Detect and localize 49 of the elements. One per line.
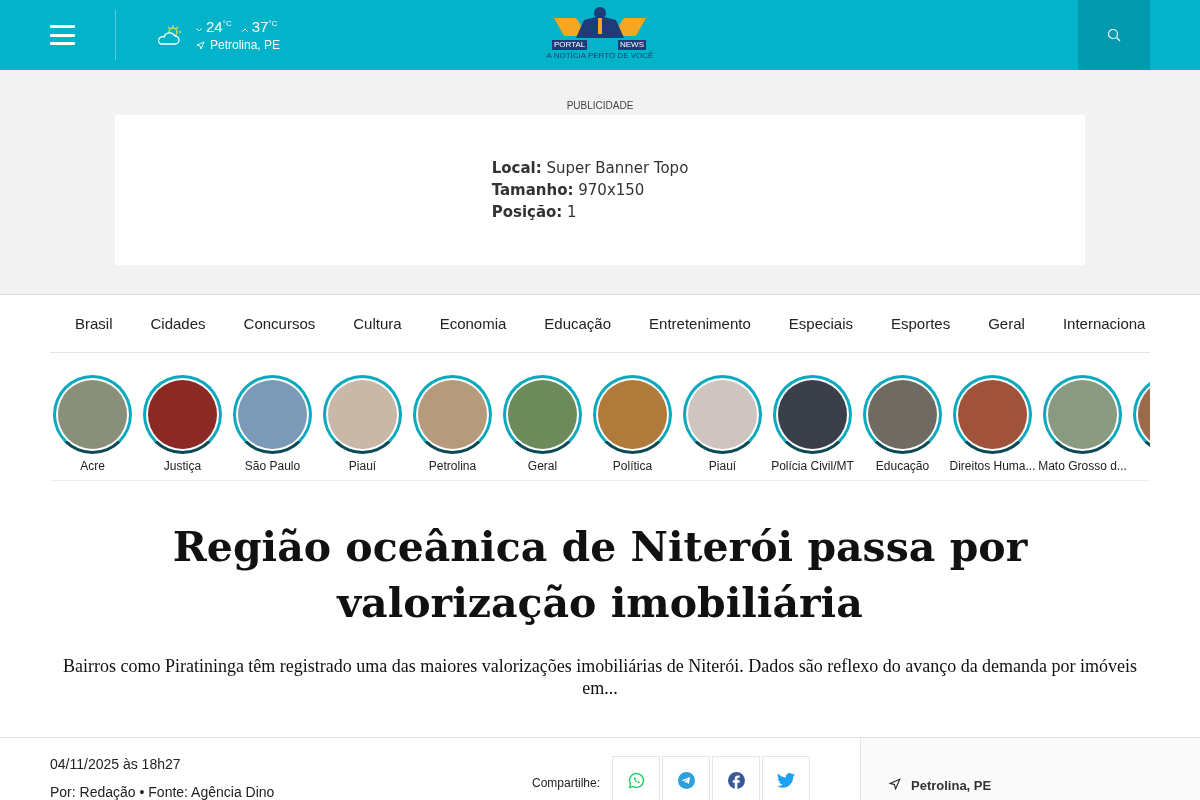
weather-location: Petrolina, PE xyxy=(210,38,281,52)
story-label: Geral xyxy=(527,459,558,473)
max-temperature: 37$^{°C}$ xyxy=(251,18,278,35)
category-link[interactable]: Especiais xyxy=(788,315,853,332)
telegram-share-button[interactable] xyxy=(662,756,710,800)
category-link[interactable]: Concursos xyxy=(243,315,316,332)
story-label: Justiça xyxy=(163,459,202,473)
min-temperature: 24$^{°C}$ xyxy=(206,18,232,35)
advertising-label: PUBLICIDADE xyxy=(566,100,634,111)
twitter-share-button[interactable] xyxy=(762,756,810,800)
facebook-share-button[interactable] xyxy=(712,756,760,800)
site-logo[interactable]: PORTAL NEWS A NOTÍCIA PERTO DE VOCÊ xyxy=(540,6,660,66)
article-date: 04/11/2025 às 18h27 xyxy=(50,756,182,772)
story-label: Educação xyxy=(875,459,930,473)
sidebar-location: Petrolina, PE xyxy=(911,778,992,793)
share-label: Compartilhe: xyxy=(531,776,600,790)
logo-tagline: A NOTÍCIA PERTO DE VOCÊ xyxy=(545,51,655,61)
cloud-sun-icon xyxy=(156,24,184,46)
category-link[interactable]: Esportes xyxy=(891,315,951,332)
up-caret-icon xyxy=(241,28,248,32)
story-label: Política xyxy=(612,459,653,473)
story-label: Mato Grosso d... xyxy=(1038,459,1127,473)
category-link[interactable]: Brasil xyxy=(75,315,113,332)
article-summary: Bairros como Piratininga têm registrado uma das maiores valorizações imobiliárias de Niterói. Dados são reflexo do avanço da demanda por imóveis em... xyxy=(61,655,1139,699)
logo-text: PORTAL xyxy=(552,40,588,50)
story-label: Piauí xyxy=(708,459,737,473)
ad-info-line: Posição: 1 xyxy=(491,202,578,223)
down-caret-icon xyxy=(196,28,202,32)
category-link[interactable]: Internaciona xyxy=(1062,315,1146,332)
search-icon xyxy=(1107,28,1121,42)
story-label: Direitos Huma... xyxy=(949,459,1036,473)
article-title: Região oceânica de Niterói passa por valorização imobiliária xyxy=(171,522,1029,629)
category-link[interactable]: Entretenimento xyxy=(649,315,751,332)
story-label: Acre xyxy=(80,459,105,473)
ad-info-line: Local: Super Banner Topo xyxy=(491,158,689,179)
category-link[interactable]: Cidades xyxy=(150,315,206,332)
logo-text: NEWS xyxy=(618,40,646,50)
story-label: São Paulo xyxy=(244,459,301,473)
story-label: Petrolina xyxy=(428,459,477,473)
category-link[interactable]: Cultura xyxy=(353,315,402,332)
location-arrow-icon xyxy=(196,40,205,50)
story-label: Piauí xyxy=(348,459,377,473)
category-link[interactable]: Educação xyxy=(544,315,612,332)
location-arrow-icon xyxy=(889,778,901,790)
category-link[interactable]: Economia xyxy=(439,315,507,332)
article-byline: Por: Redação • Fonte: Agência Dino xyxy=(50,784,275,800)
category-link[interactable]: Geral xyxy=(988,315,1025,332)
ad-info-line: Tamanho: 970x150 xyxy=(491,180,646,201)
story-label: Polícia Civil/MT xyxy=(771,459,854,473)
